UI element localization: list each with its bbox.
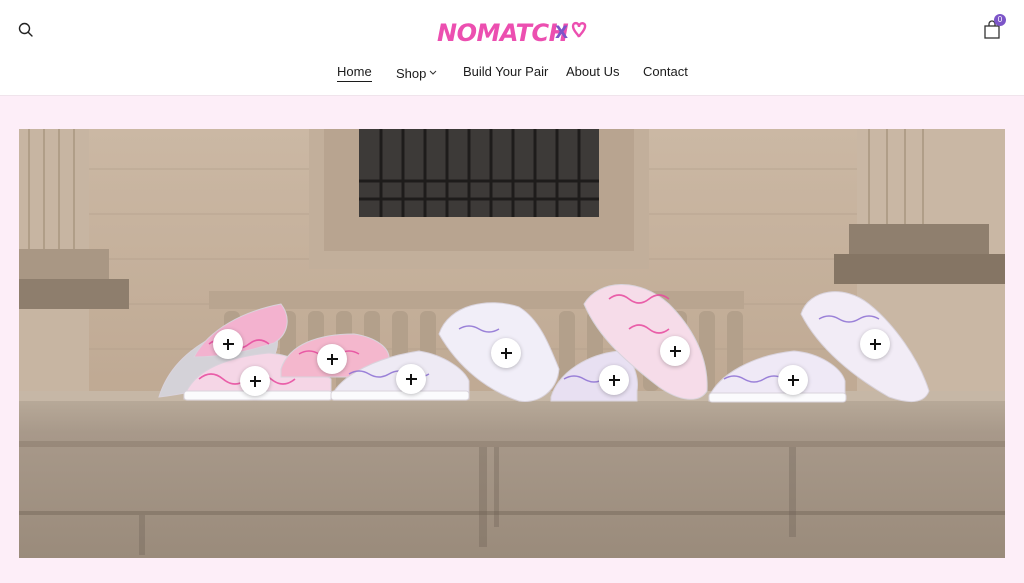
nav-contact[interactable]: Contact — [643, 64, 688, 79]
product-hotspot-2[interactable] — [317, 344, 347, 374]
product-hotspot-3[interactable] — [240, 366, 270, 396]
nav-shop[interactable]: Shop — [396, 64, 437, 81]
cart-count-badge: 0 — [994, 14, 1006, 26]
svg-text:NOMATCH: NOMATCH — [437, 19, 569, 47]
brand-logo[interactable]: NOMATCH X — [437, 14, 589, 48]
product-hotspot-5[interactable] — [491, 338, 521, 368]
svg-text:X: X — [555, 23, 568, 43]
product-hotspot-6[interactable] — [599, 365, 629, 395]
product-hotspot-8[interactable] — [778, 365, 808, 395]
cart-button[interactable]: 0 — [982, 14, 1006, 40]
nav-about-us[interactable]: About Us — [566, 64, 619, 79]
product-hotspot-1[interactable] — [213, 329, 243, 359]
product-hotspot-4[interactable] — [396, 364, 426, 394]
product-hotspot-7[interactable] — [660, 336, 690, 366]
main-nav: Home Shop Build Your Pair About Us Conta… — [0, 64, 1024, 84]
search-icon[interactable] — [16, 20, 36, 40]
chevron-down-icon — [429, 64, 437, 79]
nav-home[interactable]: Home — [337, 64, 372, 82]
site-header: NOMATCH X 0 Home Shop Build Your Pair Ab… — [0, 0, 1024, 96]
hero-banner — [19, 129, 1005, 558]
nav-build-your-pair[interactable]: Build Your Pair — [463, 64, 548, 79]
nav-shop-label: Shop — [396, 66, 427, 81]
product-hotspot-9[interactable] — [860, 329, 890, 359]
